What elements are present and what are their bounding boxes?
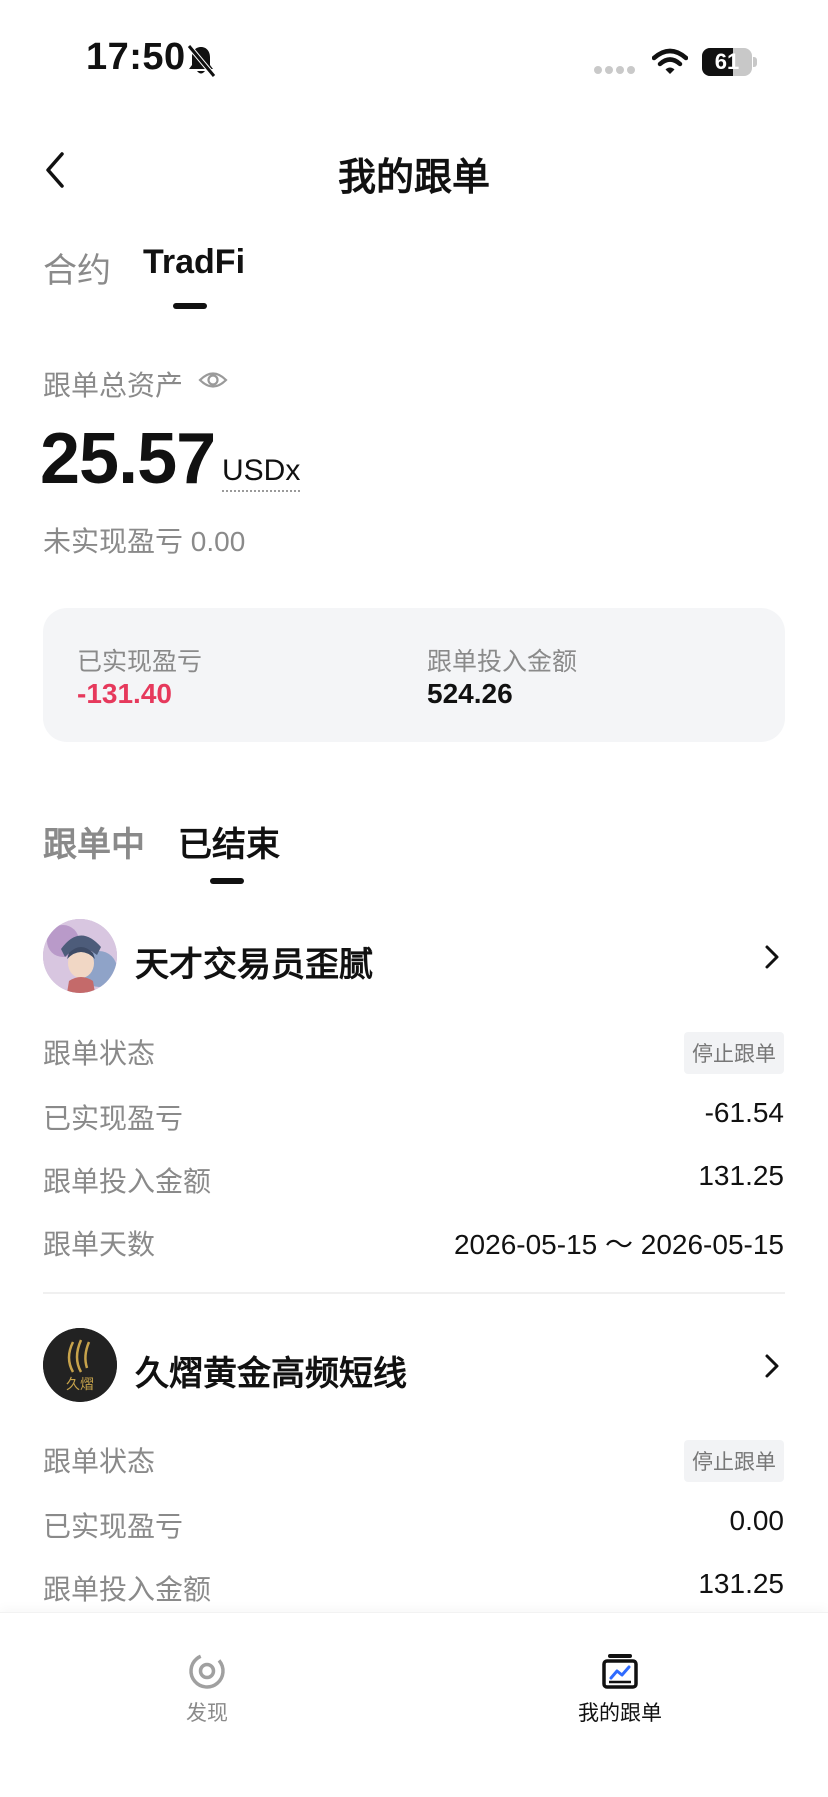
total-assets-label: 跟单总资产 [43, 370, 184, 401]
section-tab-indicator [210, 878, 244, 884]
battery-level: 61 [714, 49, 740, 74]
trader-card-header[interactable]: 天才交易员歪腻 [0, 915, 828, 995]
chevron-right-icon[interactable] [762, 943, 782, 971]
bottom-nav: 发现 我的跟单 [0, 1612, 828, 1797]
pnl-value: 0.00 [729, 1505, 785, 1536]
battery-indicator: 61 [702, 48, 757, 76]
currency-unit[interactable]: USDx [222, 454, 301, 492]
summary-card: 已实现盈亏 -131.40 跟单投入金额 524.26 [43, 608, 785, 742]
page-title: 我的跟单 [337, 157, 490, 199]
invest-value: 131.25 [698, 1160, 784, 1191]
trader-avatar [43, 919, 117, 993]
trader-avatar: 久熠 [43, 1328, 117, 1402]
tab-contract[interactable]: 合约 [43, 243, 111, 292]
nav-discover[interactable]: 发现 [137, 1637, 277, 1725]
days-label: 跟单天数 [43, 1229, 156, 1260]
realized-pnl-label: 已实现盈亏 [77, 648, 203, 676]
pnl-label: 已实现盈亏 [43, 1103, 184, 1134]
tab-ended[interactable]: 已结束 [178, 817, 280, 866]
trader-name[interactable]: 天才交易员歪腻 [135, 937, 373, 986]
status-badge: 停止跟单 [684, 1032, 784, 1074]
wifi-icon [652, 48, 688, 74]
signal-dots-icon [594, 66, 635, 74]
card-divider [43, 1292, 785, 1294]
my-copy-trading-icon [602, 1654, 638, 1689]
days-value: 2026-05-15 ～ 2026-05-15 [453, 1229, 784, 1260]
pnl-value: -61.54 [704, 1097, 784, 1128]
nav-my-copy-trading[interactable]: 我的跟单 [550, 1637, 690, 1725]
trader-name[interactable]: 久熠黄金高频短线 [135, 1346, 407, 1395]
anime-avatar-icon [43, 919, 117, 993]
invest-value: 131.25 [698, 1568, 784, 1599]
status-time: 17:50 [86, 36, 186, 78]
trader-card-header[interactable]: 久熠 久熠黄金高频短线 [0, 1322, 828, 1402]
bell-muted-icon [187, 44, 216, 78]
realized-pnl-value: -131.40 [77, 678, 172, 709]
tab-in-progress[interactable]: 跟单中 [43, 817, 145, 866]
chevron-right-icon[interactable] [762, 1352, 782, 1380]
avatar-text: 久熠 [66, 1376, 94, 1392]
status-label: 跟单状态 [43, 1446, 156, 1477]
unrealized-pnl: 未实现盈亏 0.00 [43, 526, 246, 557]
discover-icon [189, 1653, 225, 1689]
status-label: 跟单状态 [43, 1038, 156, 1069]
invest-label: 跟单投入金额 [43, 1166, 212, 1197]
invested-amount-value: 524.26 [427, 678, 513, 709]
invest-label: 跟单投入金额 [43, 1574, 212, 1605]
eye-icon[interactable] [198, 366, 228, 394]
nav-my-copy-trading-label: 我的跟单 [578, 1702, 662, 1725]
total-assets-value: 25.57 [40, 419, 216, 499]
status-badge: 停止跟单 [684, 1440, 784, 1482]
nav-discover-label: 发现 [186, 1702, 228, 1725]
tab-tradfi[interactable]: TradFi [143, 243, 245, 282]
invested-amount-label: 跟单投入金额 [427, 648, 578, 676]
pnl-label: 已实现盈亏 [43, 1511, 184, 1542]
tab-active-indicator [173, 303, 207, 309]
